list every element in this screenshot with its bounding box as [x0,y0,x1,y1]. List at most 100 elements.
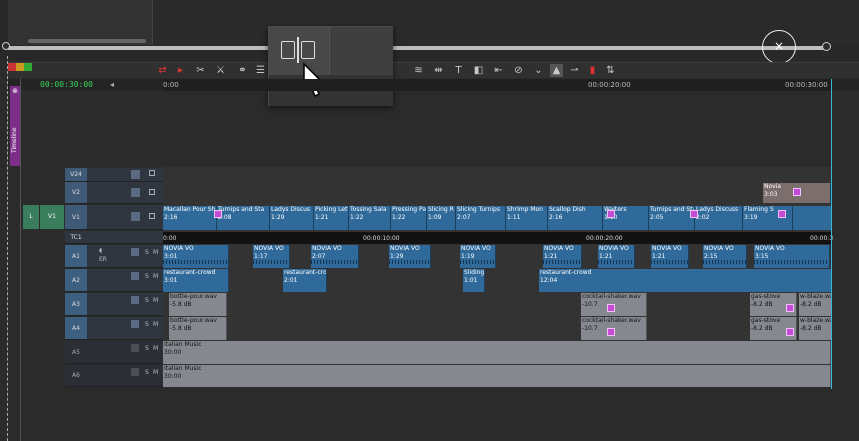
effect-icon[interactable] [214,210,222,218]
track-name[interactable]: A2 [65,269,87,291]
track-header-tc1[interactable]: TC1 [65,231,163,244]
clip-a3[interactable]: cocktail-shaker.wav -10.7 [581,293,647,316]
source-patch-left[interactable]: L [23,205,39,229]
clip-a1[interactable]: NOVIA VO 1:21 [543,245,582,268]
effect-icon[interactable] [607,210,615,218]
clip-v1[interactable]: Picking Lett 1:21 [314,206,349,230]
chevron-down-icon[interactable]: ⌄ [532,64,545,77]
splice-in-icon[interactable]: ⇄ [156,64,169,77]
segment-icon[interactable]: ≋ [412,64,425,77]
insert-edit-icon[interactable]: ⇤ [492,64,505,77]
mute-icon[interactable]: M [153,321,158,328]
clip-a1[interactable]: NOVIA VO 3:01 [163,245,229,268]
lift-icon[interactable]: ✂ [194,64,207,77]
extract-icon[interactable]: ⚔ [214,64,227,77]
monitor-icon[interactable] [131,248,139,256]
mute-icon[interactable]: M [153,345,158,352]
clip-v1[interactable]: Slicing Turnips 2:07 [456,206,506,230]
track-name[interactable]: A1 [65,245,87,267]
clip-v1[interactable]: Ladys Discuss 2:02 [695,206,743,230]
source-scrollbar[interactable] [28,39,146,43]
clip-a4[interactable]: w-blaze.wav-8.2 dB [799,317,832,340]
zoom-slider-left-handle[interactable] [2,42,10,50]
track-header-a6[interactable]: A6 S M [65,365,163,387]
solo-icon[interactable]: S [145,297,149,304]
zoom-slider-track[interactable] [8,46,828,50]
track-header-v2[interactable]: V2 [65,182,163,204]
trim-icon[interactable]: ⇹ [432,64,445,77]
clip-a4[interactable]: gas-stove -8.2 dB [750,317,797,340]
zoom-slider-right-handle[interactable] [822,42,831,51]
disable-icon[interactable]: ⊘ [512,64,525,77]
track-name[interactable]: V1 [65,205,87,229]
clip-v1[interactable]: Turnips and Sta 2:08 [217,206,270,230]
link-icon[interactable]: ⚭ [236,64,249,77]
timeline-ruler[interactable]: 0:00 00:00:20:00 00:00:30:00 [163,79,832,91]
clip-v2-novia[interactable]: Novia 3:03 [763,183,831,203]
track-header-v24[interactable]: V24 [65,168,163,182]
mute-icon[interactable]: M [153,249,158,256]
track-header-a5[interactable]: A5 S M [65,341,163,364]
track-header-a1[interactable]: A1 ◖ ER S M [65,245,163,268]
red-dot-icon[interactable] [8,63,16,71]
track-name[interactable]: A3 [65,293,87,315]
solo-icon[interactable]: S [145,345,149,352]
green-plus-icon[interactable] [24,63,32,71]
clip-v1[interactable]: Ladys Discus 1:29 [270,206,314,230]
mute-icon[interactable]: M [153,273,158,280]
playhead[interactable] [831,79,832,389]
monitor-icon[interactable] [131,170,140,179]
solo-icon[interactable]: S [145,321,149,328]
effect-icon[interactable] [786,304,794,312]
monitor-icon[interactable]: ◧ [472,64,485,77]
close-icon[interactable]: × [762,30,796,64]
clip-v1[interactable]: Macallan Pour Sh 2:16 [163,206,217,230]
clip-v1[interactable]: Slicing R 1:09 [427,206,456,230]
clip-a1[interactable]: NOVIA VO 1:17 [253,245,290,268]
effect-icon[interactable] [786,328,794,336]
clip-a4[interactable]: bottle-pour.wav -5.8 dB [169,317,227,340]
clip-a5-italian-music[interactable]: Italian Music 30:00 [163,341,831,364]
clip-a2[interactable]: Sliding 1:01 [463,269,485,292]
clip-a3[interactable]: gas-stove -8.2 dB [750,293,797,316]
effect-icon[interactable] [793,188,801,196]
clip-a3[interactable]: bottle-pour.wav -5.8 dB [169,293,227,316]
clip-a1[interactable]: NOVIA VO 1:21 [598,245,635,268]
tc1-ruler[interactable]: 0:00 00:00:10:00 00:00:20:00 00:00:3 [163,232,833,244]
clip-v1[interactable]: Pressing Pa 1:22 [391,206,427,230]
mute-icon[interactable]: M [153,297,158,304]
track-name[interactable]: A4 [65,317,87,339]
clip-a2[interactable]: restaurant-cro 2:01 [283,269,327,292]
monitor-icon[interactable] [131,272,139,280]
effect-icon[interactable] [690,210,698,218]
clip-a2[interactable]: restaurant-crowd 12:04 [539,269,832,292]
clip-a1[interactable]: NOVIA VO 2:15 [703,245,747,268]
monitor-icon[interactable] [131,344,139,352]
track-header-a3[interactable]: A3 S M [65,293,163,316]
clip-a1[interactable]: NOVIA VO 1:29 [389,245,431,268]
mute-icon[interactable]: M [153,369,158,376]
lock-icon[interactable] [149,189,155,195]
monitor-icon[interactable] [131,212,140,221]
lock-icon[interactable] [149,213,155,219]
clip-v1[interactable]: Turnips and Sta 2:05 [649,206,695,230]
solo-icon[interactable]: S [145,249,149,256]
monitor-icon[interactable] [131,296,139,304]
menu-icon[interactable]: ☰ [254,64,267,77]
track-name[interactable]: TC1 [65,231,87,243]
clip-v1[interactable]: Scallop Dish 2:16 [548,206,603,230]
clip-a1[interactable]: NOVIA VO 1:21 [651,245,689,268]
monitor-icon[interactable] [131,188,140,197]
chevron-left-icon[interactable]: ◂ [110,79,120,90]
track-header-a4[interactable]: A4 S M [65,317,163,340]
popup-empty-button[interactable] [329,27,393,75]
clip-a2[interactable]: restaurant-crowd 3:01 [163,269,229,292]
effect-icon[interactable] [607,304,615,312]
clip-a1[interactable]: NOVIA VO 3:15 [754,245,830,268]
solo-icon[interactable]: S [145,273,149,280]
clip-a1[interactable]: NOVIA VO 2:07 [311,245,359,268]
yellow-dot-icon[interactable] [16,63,24,71]
track-header-v1[interactable]: V1 [65,205,163,230]
close-icon[interactable]: ⊗ [11,87,19,95]
record-icon[interactable]: ▮ [586,64,599,77]
